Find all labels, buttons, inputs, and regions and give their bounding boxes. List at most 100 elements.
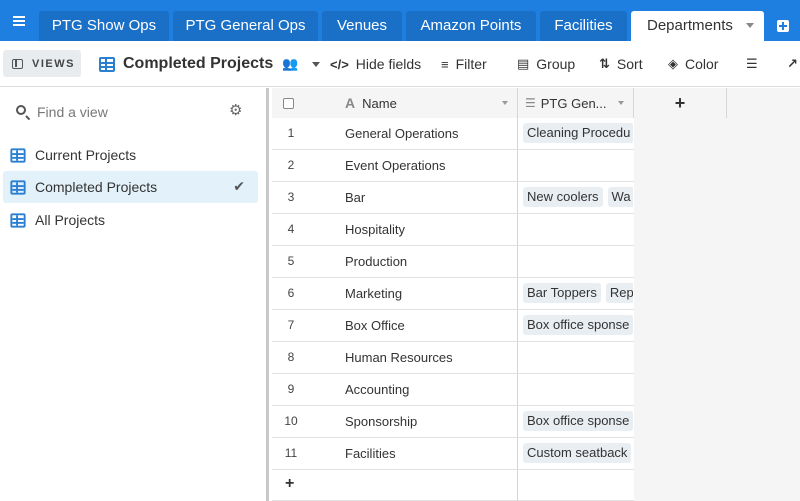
column-header-ptg-general[interactable]: ☰ PTG Gen... (518, 88, 634, 118)
cell-name[interactable]: Facilities (345, 438, 396, 469)
cell-linked-records[interactable] (517, 246, 633, 277)
grid-view-icon (10, 212, 26, 228)
cell-name[interactable]: General Operations (345, 118, 458, 149)
cell-name[interactable]: Box Office (345, 310, 405, 341)
search-icon (16, 105, 26, 115)
row-height-icon: ☰ (746, 56, 758, 71)
cell-linked-records[interactable] (517, 150, 633, 181)
column-header-label: PTG Gen... (540, 95, 607, 111)
find-view-row: ⚙ (0, 88, 266, 136)
grid-header: A Name ☰ PTG Gen... + (272, 88, 727, 118)
select-all-checkbox[interactable] (283, 97, 294, 109)
cell-linked-records[interactable] (517, 214, 633, 245)
chevron-down-icon[interactable] (746, 23, 754, 28)
tab-ptg-show-ops[interactable]: PTG Show Ops (39, 11, 169, 41)
color-button[interactable]: ◈ Color (668, 53, 718, 75)
add-record-row[interactable]: + (272, 470, 634, 501)
table-row[interactable]: 7 Box Office Box office sponse (272, 310, 634, 342)
sort-button[interactable]: ⇅ Sort (599, 53, 643, 75)
sidebar-item-all-projects[interactable]: All Projects (3, 204, 258, 236)
tab-ptg-general-ops[interactable]: PTG General Ops (173, 11, 318, 41)
tab-departments-label: Departments (647, 17, 733, 34)
tab-venues[interactable]: Venues (322, 11, 402, 41)
column-header-name[interactable]: A Name (335, 88, 518, 118)
table-row[interactable]: 8 Human Resources (272, 342, 634, 374)
cell-linked-records[interactable]: Cleaning Procedu (517, 118, 633, 149)
cell-name[interactable]: Human Resources (345, 342, 453, 373)
cell-name[interactable]: Hospitality (345, 214, 405, 245)
linked-record-chip[interactable]: Custom seatback (523, 443, 632, 463)
cell-name[interactable]: Sponsorship (345, 406, 417, 437)
sidebar-panel-icon (12, 58, 23, 69)
table-row[interactable]: 5 Production (272, 246, 634, 278)
plus-icon: + (674, 92, 686, 113)
linked-record-chip[interactable]: Box office sponse (523, 411, 633, 431)
linked-record-chip[interactable]: New coolers (523, 187, 603, 207)
sidebar-item-label: Completed Projects (35, 179, 158, 195)
sidebar-item-current-projects[interactable]: Current Projects (3, 139, 258, 171)
group-button[interactable]: ▤ Group (517, 53, 575, 75)
hide-fields-label: Hide fields (355, 56, 422, 72)
table-row[interactable]: 2 Event Operations (272, 150, 634, 182)
table-row[interactable]: 3 Bar New coolers Wa (272, 182, 634, 214)
cell-linked-records[interactable]: New coolers Wa (517, 182, 633, 213)
row-number: 10 (284, 414, 298, 428)
cell-linked-records[interactable] (517, 374, 633, 405)
gear-icon[interactable]: ⚙ (229, 103, 243, 118)
tab-facilities[interactable]: Facilities (540, 11, 627, 41)
check-icon: ✔ (233, 178, 245, 194)
menu-icon[interactable] (0, 0, 38, 41)
find-view-input[interactable] (37, 102, 217, 122)
chevron-down-icon (312, 61, 321, 67)
color-label: Color (685, 56, 719, 72)
grid-view-icon (10, 179, 26, 195)
table-row[interactable]: 10 Sponsorship Box office sponse (272, 406, 634, 438)
filter-button[interactable]: ≡ Filter (441, 53, 487, 75)
cell-name[interactable]: Bar (345, 182, 365, 213)
sort-label: Sort (616, 56, 643, 72)
cell-name[interactable]: Accounting (345, 374, 409, 405)
linked-record-chip[interactable]: Wa (607, 187, 633, 207)
linked-record-chip[interactable]: Bar Toppers (523, 283, 601, 303)
grid-view: A Name ☰ PTG Gen... + 1 General Operation… (272, 88, 800, 501)
add-table-button[interactable] (765, 11, 800, 41)
tab-amazon-points[interactable]: Amazon Points (406, 11, 536, 41)
row-number: 6 (287, 286, 295, 300)
sort-icon: ⇅ (599, 56, 610, 71)
add-field-button[interactable]: + (634, 88, 727, 118)
linked-record-chip[interactable]: Rep (605, 283, 633, 303)
current-view-switcher[interactable]: Completed Projects 👥 (99, 53, 321, 75)
sidebar-item-completed-projects[interactable]: Completed Projects ✔ (3, 171, 258, 203)
cell-name[interactable]: Marketing (345, 278, 402, 309)
table-row[interactable]: 9 Accounting (272, 374, 634, 406)
grid-view-icon (10, 147, 26, 163)
views-sidebar: ⚙ Current Projects Completed Projects ✔ … (0, 88, 269, 501)
table-row[interactable]: 6 Marketing Bar Toppers Rep (272, 278, 634, 310)
table-row[interactable]: 1 General Operations Cleaning Procedu (272, 118, 634, 150)
cell-linked-records[interactable]: Custom seatback (517, 438, 633, 469)
cell-linked-records[interactable]: Box office sponse (517, 406, 633, 437)
linked-record-chip[interactable]: Box office sponse (523, 315, 633, 335)
paint-bucket-icon: ◈ (668, 56, 678, 71)
cell-name[interactable]: Production (345, 246, 407, 277)
plus-icon: + (285, 475, 295, 492)
views-toggle-button[interactable]: VIEWS (3, 50, 81, 77)
cell-linked-records[interactable]: Bar Toppers Rep (517, 278, 633, 309)
share-view-button[interactable]: ↗ (787, 53, 800, 75)
cell-linked-records[interactable]: Box office sponse (517, 310, 633, 341)
column-divider (517, 470, 518, 501)
group-icon: ▤ (517, 56, 530, 71)
table-row[interactable]: 11 Facilities Custom seatback (272, 438, 634, 470)
chevron-down-icon[interactable] (618, 101, 624, 105)
hide-fields-button[interactable]: </> Hide fields (330, 53, 421, 75)
row-height-button[interactable]: ☰ (746, 53, 765, 75)
row-number: 7 (287, 318, 295, 332)
cell-name[interactable]: Event Operations (345, 150, 445, 181)
row-number: 8 (287, 350, 295, 364)
linked-record-chip[interactable]: Cleaning Procedu (523, 123, 633, 143)
table-row[interactable]: 4 Hospitality (272, 214, 634, 246)
chevron-down-icon[interactable] (502, 101, 508, 105)
cell-linked-records[interactable] (517, 342, 633, 373)
row-number: 1 (287, 126, 295, 140)
tab-departments[interactable]: Departments (631, 11, 764, 41)
